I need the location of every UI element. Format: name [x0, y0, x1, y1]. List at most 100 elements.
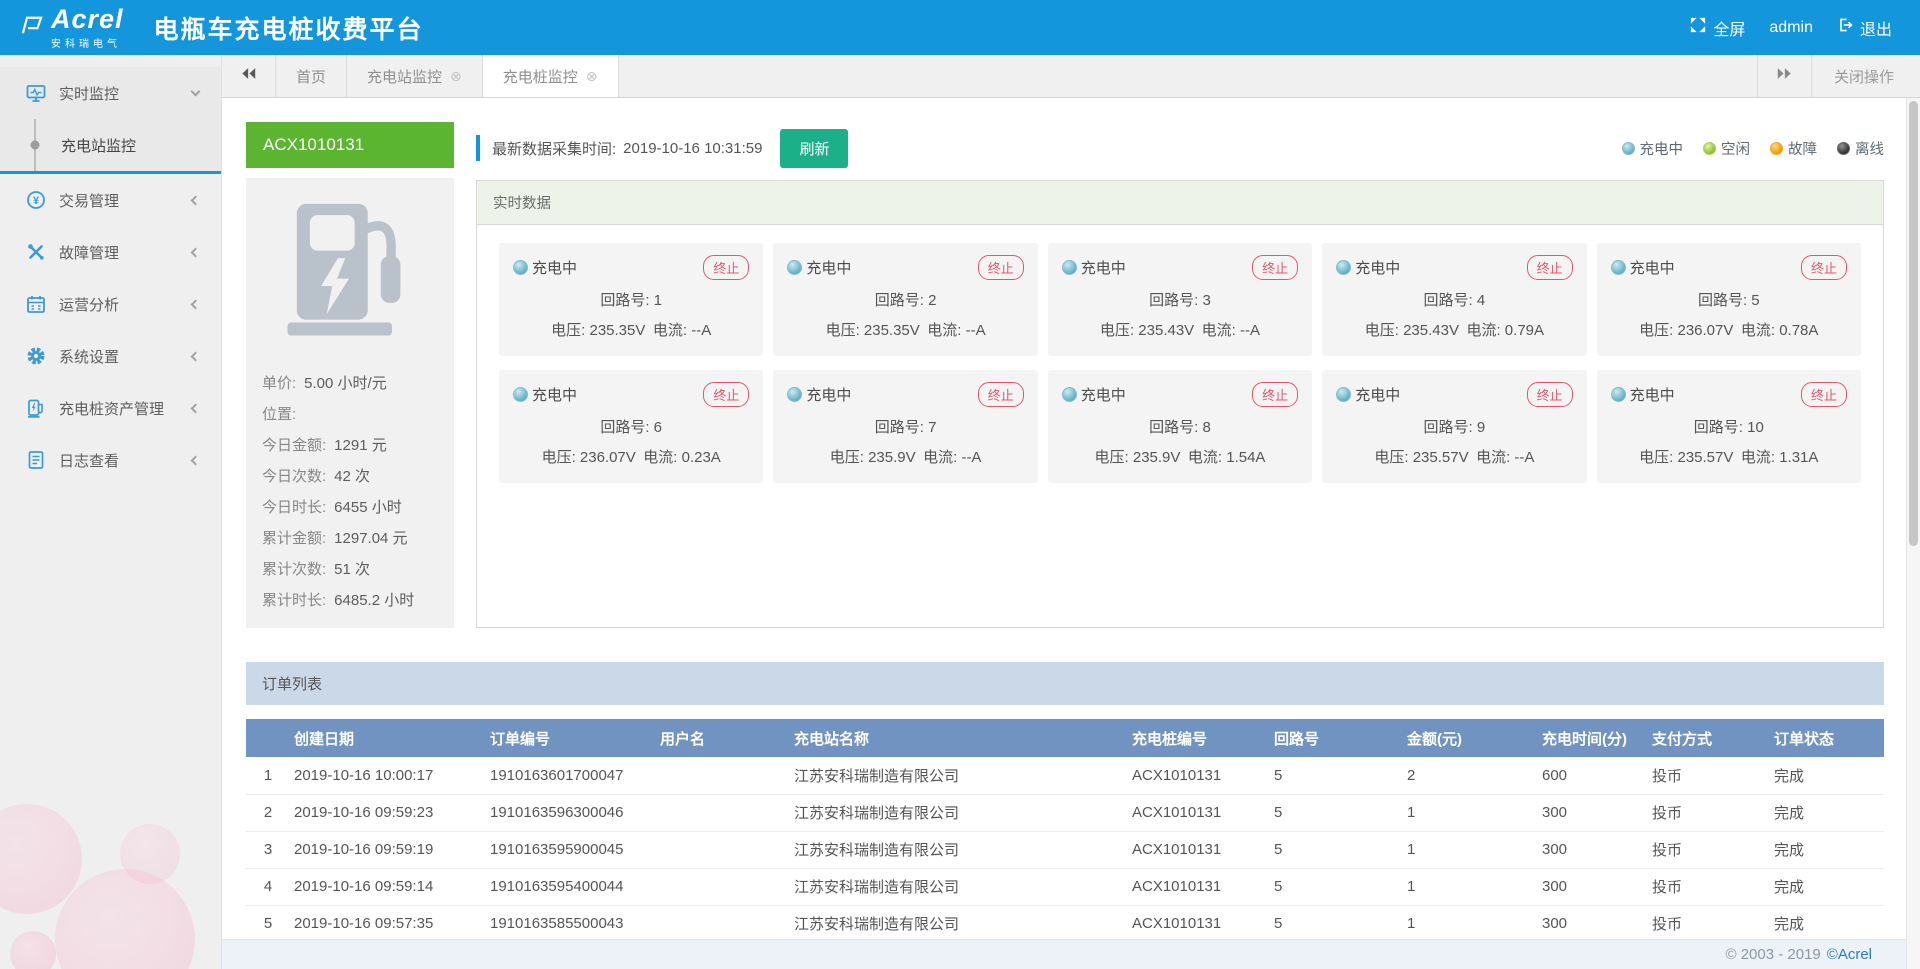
tabs-scroll-right-button[interactable] [1757, 55, 1811, 97]
card-status-label: 充电中 [1081, 384, 1126, 405]
legend-label: 故障 [1788, 138, 1817, 159]
logout-icon [1837, 17, 1853, 38]
status-dot-charging-icon [1622, 142, 1635, 155]
charging-card: 充电中终止回路号: 3电压: 235.43V 电流: --A [1048, 243, 1312, 356]
pile-stat-row: 单价:5.00 小时/元 [262, 375, 438, 393]
sidebar-subitem-station-monitor[interactable]: 充电站监控 [0, 119, 221, 171]
status-dot-charging-icon [513, 260, 528, 275]
order-row: 32019-10-16 09:59:191910163595900045江苏安科… [246, 831, 1884, 868]
chevron-left-icon [191, 299, 201, 309]
realtime-data-title: 实时数据 [477, 181, 1883, 225]
voltage-current: 电压: 235.35V 电流: --A [787, 319, 1023, 340]
terminate-button[interactable]: 终止 [1527, 255, 1573, 280]
pile-stat-row: 今日时长:6455 小时 [262, 499, 438, 517]
svg-text:¥: ¥ [33, 195, 40, 207]
tab-close-icon[interactable]: ⊗ [450, 69, 462, 83]
sidebar-item-transaction-management[interactable]: ¥ 交易管理 [0, 174, 221, 226]
stat-label: 累计金额: [262, 530, 326, 548]
terminate-button[interactable]: 终止 [978, 255, 1024, 280]
terminate-button[interactable]: 终止 [1252, 255, 1298, 280]
sidebar-item-pile-asset-management[interactable]: 充电桩资产管理 [0, 382, 221, 434]
tab-label: 首页 [296, 66, 326, 87]
circuit-number: 回路号: 1 [513, 289, 749, 310]
sidebar: 实时监控充电站监控 ¥ 交易管理故障管理运营分析系统设置充电桩资产管理日志查看 [0, 55, 222, 969]
terminate-button[interactable]: 终止 [1252, 382, 1298, 407]
pile-stat-row: 今日次数: 42 次 [262, 468, 438, 486]
footer: © 2003 - 2019 ©Acrel [222, 939, 1920, 969]
sidebar-item-label: 充电桩资产管理 [59, 398, 164, 419]
voltage-current: 电压: 236.07V 电流: 0.23A [513, 446, 749, 467]
status-dot-charging-icon [1336, 260, 1351, 275]
stat-label: 今日金额: [262, 437, 326, 455]
orders-column-header: 金额(元) [1403, 719, 1538, 757]
pile-stat-row: 今日金额:1291 元 [262, 437, 438, 455]
terminate-button[interactable]: 终止 [978, 382, 1024, 407]
accent-bar [476, 135, 480, 161]
logo-flag-icon [20, 15, 44, 40]
card-status-label: 充电中 [1630, 257, 1675, 278]
stat-value: 42 次 [334, 468, 370, 486]
tab-close-icon[interactable]: ⊗ [586, 69, 598, 83]
sidebar-item-fault-management[interactable]: 故障管理 [0, 226, 221, 278]
calendar-icon [26, 294, 46, 314]
charging-card: 充电中终止回路号: 8电压: 235.9V 电流: 1.54A [1048, 370, 1312, 483]
sidebar-item-log-view[interactable]: 日志查看 [0, 434, 221, 486]
sidebar-item-label: 故障管理 [59, 242, 119, 263]
circuit-number: 回路号: 9 [1336, 416, 1572, 437]
order-row: 22019-10-16 09:59:231910163596300046江苏安科… [246, 794, 1884, 831]
tabs-scroll-left-button[interactable] [222, 55, 276, 97]
sidebar-item-label: 实时监控 [59, 83, 119, 104]
pile-stat-row: 累计次数:51 次 [262, 561, 438, 579]
tab-pile-monitor[interactable]: 充电桩监控⊗ [483, 55, 619, 97]
tab-bar: 首页充电站监控⊗充电桩监控⊗ 关闭操作 [222, 55, 1920, 98]
status-dot-charging-icon [1611, 387, 1626, 402]
wrench-icon [26, 242, 46, 262]
refresh-button[interactable]: 刷新 [780, 129, 848, 168]
sidebar-item-system-settings[interactable]: 系统设置 [0, 330, 221, 382]
close-operations-button[interactable]: 关闭操作 [1811, 55, 1920, 97]
sidebar-subitem-label: 充电站监控 [61, 135, 136, 156]
legend-label: 充电中 [1640, 138, 1684, 159]
chevron-left-icon [191, 403, 201, 413]
orders-column-header: 充电时间(分) [1538, 719, 1648, 757]
terminate-button[interactable]: 终止 [703, 255, 749, 280]
tab-home[interactable]: 首页 [276, 55, 347, 97]
monitor-icon [26, 83, 46, 103]
sidebar-item-label: 交易管理 [59, 190, 119, 211]
sidebar-item-label: 系统设置 [59, 346, 119, 367]
legend-idle: 空闲 [1703, 138, 1750, 159]
status-dot-charging-icon [1336, 387, 1351, 402]
acrel-link[interactable]: ©Acrel [1827, 946, 1872, 963]
charging-card: 充电中终止回路号: 5电压: 236.07V 电流: 0.78A [1597, 243, 1861, 356]
sidebar-item-operation-analysis[interactable]: 运营分析 [0, 278, 221, 330]
orders-header-row: 创建日期订单编号用户名充电站名称充电桩编号回路号金额(元)充电时间(分)支付方式… [246, 719, 1884, 757]
terminate-button[interactable]: 终止 [1527, 382, 1573, 407]
card-status: 充电中 [513, 257, 577, 278]
stat-label: 今日次数: [262, 468, 326, 486]
circuit-number: 回路号: 5 [1611, 289, 1847, 310]
chevron-left-icon [191, 455, 201, 465]
card-status: 充电中 [1062, 384, 1126, 405]
username[interactable]: admin [1769, 19, 1813, 37]
circuit-number: 回路号: 6 [513, 416, 749, 437]
card-status: 充电中 [1336, 384, 1400, 405]
card-status-label: 充电中 [1355, 384, 1400, 405]
collect-time-label: 最新数据采集时间: [492, 138, 616, 159]
sidebar-item-realtime-monitor[interactable]: 实时监控 [0, 67, 221, 119]
terminate-button[interactable]: 终止 [1801, 382, 1847, 407]
chevron-down-icon [191, 86, 201, 96]
scrollbar-thumb[interactable] [1909, 101, 1918, 546]
fullscreen-button[interactable]: 全屏 [1690, 16, 1745, 40]
orders-column-header: 订单编号 [486, 719, 656, 757]
pile-code-title: ACX1010131 [246, 122, 454, 168]
pile-stat-row: 累计金额:1297.04 元 [262, 530, 438, 548]
logout-button[interactable]: 退出 [1837, 16, 1892, 40]
realtime-data-box: 实时数据 充电中终止回路号: 1电压: 235.35V 电流: --A充电中终止… [476, 180, 1884, 628]
terminate-button[interactable]: 终止 [703, 382, 749, 407]
vertical-scrollbar[interactable] [1906, 98, 1920, 969]
terminate-button[interactable]: 终止 [1801, 255, 1847, 280]
circuit-number: 回路号: 7 [787, 416, 1023, 437]
double-left-arrow-icon [241, 67, 257, 85]
circuit-number: 回路号: 10 [1611, 416, 1847, 437]
tab-station-monitor[interactable]: 充电站监控⊗ [347, 55, 483, 97]
